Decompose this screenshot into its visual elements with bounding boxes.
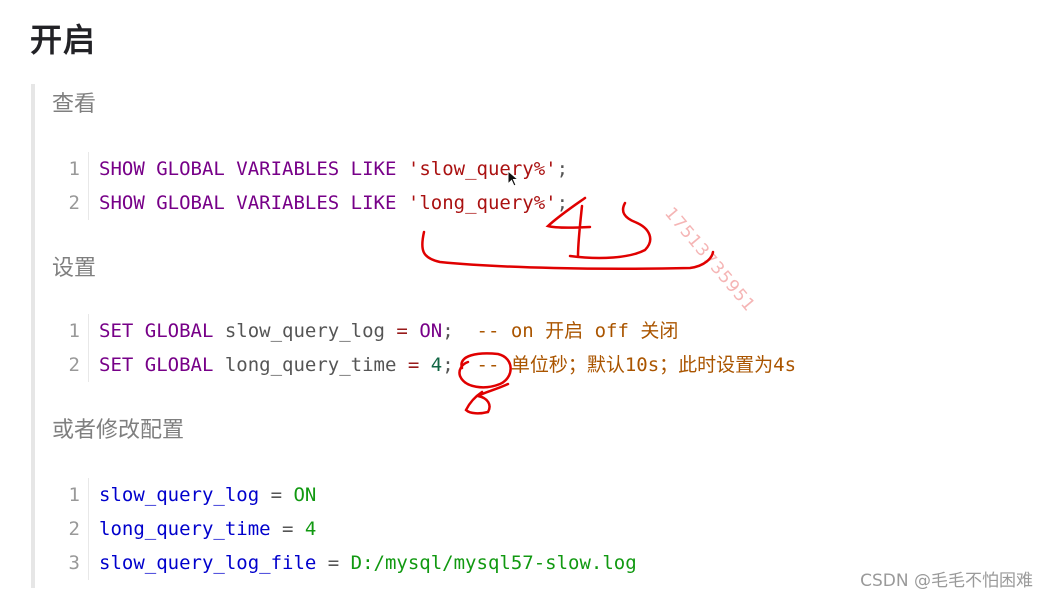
code-token-kw: SET GLOBAL xyxy=(99,320,214,342)
code-token-op: = xyxy=(396,320,408,342)
code-token-kw: SET GLOBAL xyxy=(99,354,214,376)
code-line: 1 SHOW GLOBAL VARIABLES LIKE 'slow_query%… xyxy=(48,152,568,186)
code-token-cmt: -- on 开启 off 关闭 xyxy=(453,320,679,342)
line-number: 1 xyxy=(48,478,89,512)
code-token-val: ON xyxy=(293,484,317,506)
code-token-kw: SHOW GLOBAL VARIABLES LIKE xyxy=(99,192,397,214)
code-text: slow_query_log_file = D:/mysql/mysql57-s… xyxy=(89,546,637,580)
code-token-semi: ; xyxy=(556,192,569,214)
code-token-op: = xyxy=(407,354,420,376)
code-token-val: 4 xyxy=(304,518,317,540)
code-token-kw: ON xyxy=(419,320,443,342)
mouse-cursor-icon xyxy=(507,170,520,187)
code-token-str: 'slow_query%' xyxy=(407,158,557,180)
code-block-set: 1 SET GLOBAL slow_query_log = ON; -- on 开… xyxy=(48,314,796,382)
code-text: SET GLOBAL slow_query_log = ON; -- on 开启… xyxy=(89,314,678,348)
code-token-val: D:/mysql/mysql57-slow.log xyxy=(350,552,637,574)
line-number: 1 xyxy=(48,314,89,348)
code-text: SET GLOBAL long_query_time = 4; -- 单位秒；默… xyxy=(89,348,796,382)
code-token-eq: = xyxy=(259,484,294,506)
code-line: 2 SHOW GLOBAL VARIABLES LIKE 'long_query%… xyxy=(48,186,568,220)
code-token-plain: long_query_time xyxy=(213,354,408,376)
code-token-var: slow_query_log xyxy=(99,484,260,506)
section-label-set: 设置 xyxy=(52,256,97,281)
code-token-semi: ; xyxy=(556,158,569,180)
page-heading: 开启 xyxy=(30,21,97,59)
line-number: 2 xyxy=(48,512,89,546)
code-line: 1 slow_query_log = ON xyxy=(48,478,637,512)
section-label-view: 查看 xyxy=(52,92,97,117)
code-block-view: 1 SHOW GLOBAL VARIABLES LIKE 'slow_query%… xyxy=(48,152,568,220)
section-label-config: 或者修改配置 xyxy=(52,418,185,443)
code-text: SHOW GLOBAL VARIABLES LIKE 'slow_query%'… xyxy=(89,152,568,186)
code-line: 3 slow_query_log_file = D:/mysql/mysql57-… xyxy=(48,546,637,580)
csdn-credit-watermark: CSDN @毛毛不怕困难 xyxy=(860,571,1033,591)
code-token-plain: slow_query_log xyxy=(213,320,397,342)
code-token-semi: ; xyxy=(442,354,454,376)
code-token-var: slow_query_log_file xyxy=(99,552,317,574)
code-token-semi: ; xyxy=(442,320,454,342)
code-text: long_query_time = 4 xyxy=(89,512,316,546)
line-number: 2 xyxy=(48,348,89,382)
code-line: 2 long_query_time = 4 xyxy=(48,512,637,546)
code-token-kw: SHOW GLOBAL VARIABLES LIKE xyxy=(99,158,397,180)
code-token-var: long_query_time xyxy=(99,518,271,540)
line-number: 2 xyxy=(48,186,89,220)
line-number: 3 xyxy=(48,546,89,580)
code-token-cmt: -- 单位秒；默认10s；此时设置为4s xyxy=(453,354,797,376)
code-line: 2 SET GLOBAL long_query_time = 4; -- 单位秒；… xyxy=(48,348,796,382)
code-token-eq: = xyxy=(270,518,305,540)
code-block-config: 1 slow_query_log = ON 2 long_query_time = 4… xyxy=(48,478,637,580)
code-text: SHOW GLOBAL VARIABLES LIKE 'long_query%'… xyxy=(89,186,568,220)
line-number: 1 xyxy=(48,152,89,186)
code-token-str: 'long_query%' xyxy=(407,192,557,214)
code-token-eq: = xyxy=(316,552,351,574)
code-line: 1 SET GLOBAL slow_query_log = ON; -- on 开… xyxy=(48,314,796,348)
code-token-num: 4 xyxy=(430,354,443,376)
code-text: slow_query_log = ON xyxy=(89,478,316,512)
